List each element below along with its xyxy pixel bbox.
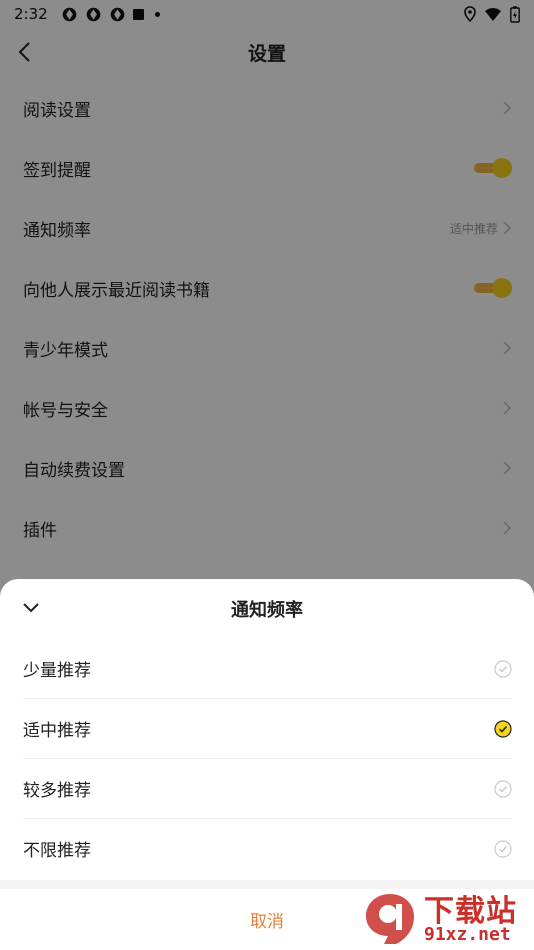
option-unlimited[interactable]: 不限推荐: [23, 819, 512, 878]
option-high[interactable]: 较多推荐: [23, 759, 512, 819]
radio-unchecked-icon: [494, 779, 512, 798]
option-medium[interactable]: 适中推荐: [23, 699, 512, 759]
watermark-logo-icon: [366, 894, 414, 944]
frequency-options: 少量推荐 适中推荐 较多推荐 不限推荐: [0, 639, 534, 878]
radio-unchecked-icon: [494, 839, 512, 858]
radio-unchecked-icon: [494, 659, 512, 678]
chevron-down-icon[interactable]: [22, 601, 40, 615]
sheet-header: 通知频率: [0, 579, 534, 639]
option-label: 较多推荐: [23, 781, 91, 801]
watermark-url: 91xz.net: [424, 924, 511, 945]
radio-checked-icon: [494, 719, 512, 738]
option-label: 少量推荐: [23, 661, 91, 681]
option-label: 不限推荐: [23, 841, 91, 861]
option-low[interactable]: 少量推荐: [23, 639, 512, 699]
option-label: 适中推荐: [23, 721, 91, 741]
sheet-title: 通知频率: [231, 600, 303, 621]
site-watermark: 下载站 91xz.net: [362, 886, 530, 948]
